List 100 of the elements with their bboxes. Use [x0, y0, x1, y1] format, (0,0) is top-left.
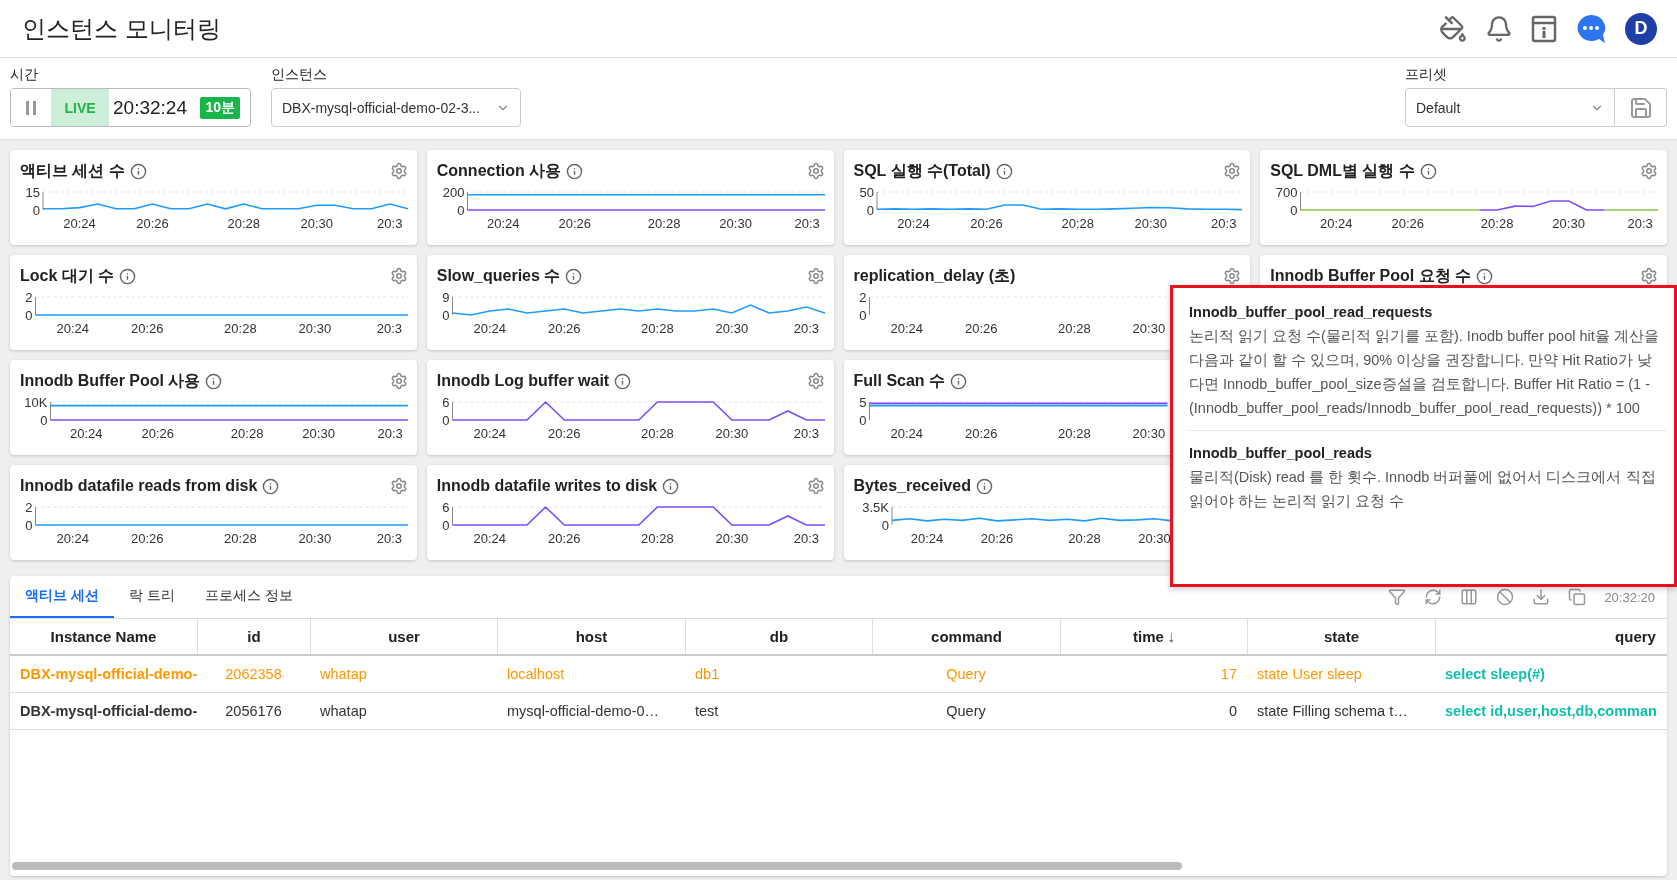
panel-tab[interactable]: 액티브 세션	[10, 576, 114, 618]
axis-label: 20:30	[298, 321, 332, 336]
card-title: Connection 사용	[436, 160, 562, 181]
tooltip-text: 물리적(Disk) read 를 한 횟수. Innodb 버퍼풀에 없어서 디스크에서 직접 읽어야 하는 논리적 읽기 요청 수	[1189, 468, 1657, 511]
axis-label: 20:28	[640, 426, 674, 441]
axis-label: 20:26	[980, 531, 1013, 546]
panel-tab[interactable]: 락 트리	[113, 576, 190, 618]
axis-label: 20:3	[376, 531, 403, 546]
column-header[interactable]: id	[197, 619, 310, 654]
card-title: SQL DML별 실행 수	[1270, 160, 1415, 181]
y-axis	[876, 191, 877, 211]
info-icon[interactable]	[995, 162, 1013, 180]
axis-label: 20:26	[547, 531, 581, 546]
column-header[interactable]: time ↓	[1060, 619, 1247, 654]
axis-label: 9	[442, 290, 450, 305]
info-icon[interactable]	[614, 372, 632, 390]
axis-label: 20:24	[473, 426, 506, 441]
column-header[interactable]: host	[497, 619, 685, 654]
table-cell-text: mysql-official-demo-0…	[506, 702, 661, 721]
axis-label: 20:3	[376, 321, 403, 336]
columns-icon[interactable]	[1460, 588, 1479, 606]
info-icon[interactable]	[129, 162, 147, 180]
axis-label: 0	[40, 413, 48, 428]
refresh-icon[interactable]	[1424, 588, 1443, 606]
settings-icon[interactable]	[1223, 162, 1242, 180]
axis-label: 5	[858, 395, 866, 410]
card-title: Innodb datafile reads from disk	[20, 477, 258, 495]
settings-icon[interactable]	[806, 162, 825, 180]
axis-label: 20:28	[640, 321, 674, 336]
table-cell-text: localhost	[506, 665, 566, 684]
axis-label: 6	[442, 500, 450, 515]
axis-label: 700	[1276, 185, 1298, 200]
panel-tab[interactable]: 프로세스 정보	[189, 576, 308, 618]
chat-icon[interactable]	[1575, 12, 1607, 45]
info-panel-icon[interactable]	[1531, 14, 1557, 43]
card-title: Innodb Buffer Pool 사용	[20, 370, 201, 391]
axis-label: 20:28	[640, 531, 674, 546]
settings-icon[interactable]	[1640, 267, 1658, 285]
settings-icon[interactable]	[806, 267, 825, 285]
block-icon[interactable]	[1496, 588, 1515, 606]
settings-icon[interactable]	[389, 372, 408, 390]
info-icon[interactable]	[566, 162, 584, 180]
download-icon[interactable]	[1532, 588, 1551, 606]
y-axis	[50, 401, 51, 421]
info-icon[interactable]	[205, 372, 223, 390]
column-header[interactable]: query	[1435, 619, 1667, 654]
settings-icon[interactable]	[806, 372, 825, 390]
tooltip-title: Innodb_buffer_pool_reads	[1189, 444, 1373, 463]
table-cell-text: whatap	[319, 665, 368, 684]
instance-select[interactable]: DBX-mysql-official-demo-02-3...	[271, 88, 521, 127]
axis-label: 0	[858, 308, 866, 323]
settings-icon[interactable]	[806, 477, 825, 495]
save-button[interactable]	[1615, 88, 1667, 127]
card-title: Innodb Buffer Pool 요청 수	[1270, 265, 1472, 286]
info-icon[interactable]	[565, 267, 583, 285]
column-header[interactable]: user	[310, 619, 497, 654]
axis-label: 20:28	[1067, 531, 1101, 546]
axis-label: 20:26	[131, 321, 164, 336]
column-header[interactable]: Instance Name	[10, 619, 197, 654]
info-icon[interactable]	[950, 372, 968, 390]
axis-label: 20:30	[300, 216, 333, 231]
info-icon[interactable]	[1419, 162, 1437, 180]
info-icon[interactable]	[119, 267, 137, 285]
column-header[interactable]: state	[1247, 619, 1435, 654]
tooltip-title: Innodb_buffer_pool_read_requests	[1189, 303, 1434, 322]
settings-icon[interactable]	[1640, 162, 1658, 180]
scrollbar-thumb[interactable]	[12, 862, 1182, 870]
info-icon[interactable]	[1476, 267, 1494, 285]
axis-label: 20:28	[647, 216, 681, 231]
column-header[interactable]: command	[872, 619, 1060, 654]
paint-bucket-icon[interactable]	[1439, 14, 1467, 43]
table-cell-text: state User sleep	[1256, 665, 1363, 684]
axis-label: 20:26	[964, 321, 997, 336]
update-time: 20:32:20	[1604, 589, 1655, 605]
copy-icon[interactable]	[1568, 588, 1587, 606]
bell-icon[interactable]	[1485, 14, 1513, 43]
axis-label: 0	[1290, 203, 1298, 218]
y-axis	[868, 401, 870, 421]
info-icon[interactable]	[262, 477, 280, 495]
card-title: Full Scan 수	[853, 370, 946, 391]
axis-label: 20:26	[131, 531, 164, 546]
settings-icon[interactable]	[389, 162, 408, 180]
table-cell-text: select id,user,host,db,comman	[1444, 702, 1658, 721]
info-icon[interactable]	[975, 477, 993, 495]
settings-icon[interactable]	[389, 477, 408, 495]
axis-label: 20:26	[964, 426, 997, 441]
preset-select[interactable]: Default	[1405, 88, 1615, 127]
filter-icon[interactable]	[1388, 588, 1407, 606]
axis-label: 20:26	[141, 426, 174, 441]
column-header[interactable]: db	[685, 619, 872, 654]
axis-label: 20:30	[1132, 321, 1165, 336]
sort-icon[interactable]: ↓	[1166, 627, 1175, 646]
settings-icon[interactable]	[389, 267, 408, 285]
info-icon[interactable]	[662, 477, 680, 495]
settings-icon[interactable]	[1223, 267, 1242, 285]
table-cell-text: DBX-mysql-official-demo-	[19, 702, 197, 721]
user-avatar[interactable]: D	[1625, 12, 1657, 45]
y-axis	[466, 191, 468, 211]
axis-label: 2	[25, 500, 33, 515]
axis-label: 20:26	[1391, 216, 1425, 231]
